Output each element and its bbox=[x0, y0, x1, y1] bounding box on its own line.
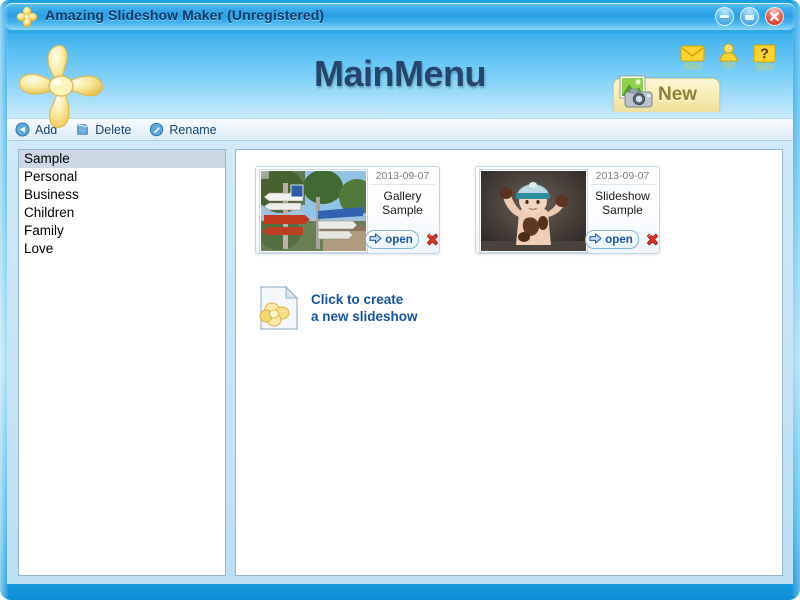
header-icon-group: ? bbox=[680, 42, 777, 72]
sidebar-item-personal[interactable]: Personal bbox=[19, 168, 225, 186]
sidebar-item-business[interactable]: Business bbox=[19, 186, 225, 204]
red-x-icon[interactable] bbox=[425, 232, 440, 247]
body-area: Sample Personal Business Children Family… bbox=[7, 141, 793, 584]
toolbar-rename-label: Rename bbox=[169, 123, 216, 137]
toolbar: Add Delete Rename bbox=[7, 118, 793, 141]
close-icon bbox=[766, 8, 783, 25]
user-icon[interactable] bbox=[716, 42, 741, 72]
maximize-icon bbox=[741, 8, 758, 25]
street-signposts-photo[interactable] bbox=[260, 170, 367, 252]
flower-logo-icon bbox=[16, 6, 38, 28]
mail-icon[interactable] bbox=[680, 42, 705, 72]
help-icon[interactable]: ? bbox=[752, 42, 777, 72]
card-actions: open bbox=[370, 230, 435, 249]
create-new-slideshow[interactable]: Click to create a new slideshow bbox=[258, 285, 418, 331]
create-new-label: Click to create a new slideshow bbox=[311, 291, 418, 325]
window-title: Amazing Slideshow Maker (Unregistered) bbox=[45, 7, 324, 23]
open-arrow-icon bbox=[369, 233, 382, 247]
card-title: Slideshow Sample bbox=[590, 189, 655, 217]
open-button[interactable]: open bbox=[365, 230, 418, 249]
card-title: Gallery Sample bbox=[370, 189, 435, 217]
title-bar[interactable]: Amazing Slideshow Maker (Unregistered) bbox=[5, 3, 795, 30]
new-button-label: New bbox=[658, 84, 697, 106]
card-actions: open bbox=[590, 230, 655, 249]
open-arrow-icon bbox=[589, 233, 602, 247]
new-slideshow-button[interactable]: New bbox=[613, 78, 720, 112]
maximize-button[interactable] bbox=[740, 7, 759, 26]
svg-text:?: ? bbox=[760, 45, 769, 61]
photo-camera-icon bbox=[616, 72, 660, 112]
slideshow-panel: 2013-09-07 Gallery Sample open bbox=[235, 149, 783, 576]
minimize-button[interactable] bbox=[715, 7, 734, 26]
category-list[interactable]: Sample Personal Business Children Family… bbox=[18, 149, 226, 576]
sidebar-item-sample[interactable]: Sample bbox=[19, 150, 225, 168]
toolbar-rename-button[interactable]: Rename bbox=[141, 119, 226, 140]
card-date: 2013-09-07 bbox=[590, 170, 655, 185]
new-document-flower-icon bbox=[258, 285, 300, 331]
sidebar-item-family[interactable]: Family bbox=[19, 222, 225, 240]
sidebar-item-children[interactable]: Children bbox=[19, 204, 225, 222]
four-petal-flower-logo bbox=[9, 38, 113, 134]
card-details: 2013-09-07 Slideshow Sample open bbox=[590, 167, 659, 253]
sidebar-item-love[interactable]: Love bbox=[19, 240, 225, 258]
application-window: Amazing Slideshow Maker (Unregistered) M… bbox=[0, 0, 800, 600]
red-x-icon[interactable] bbox=[645, 232, 660, 247]
open-button[interactable]: open bbox=[585, 230, 638, 249]
open-button-label: open bbox=[385, 234, 412, 246]
card-details: 2013-09-07 Gallery Sample open bbox=[370, 167, 439, 253]
slideshow-card[interactable]: 2013-09-07 Gallery Sample open bbox=[255, 166, 440, 254]
open-button-label: open bbox=[605, 234, 632, 246]
header-band: MainMenu ? bbox=[7, 33, 793, 118]
card-date: 2013-09-07 bbox=[370, 170, 435, 185]
baby-with-crown-photo[interactable] bbox=[480, 170, 587, 252]
minimize-icon bbox=[716, 8, 733, 25]
slideshow-card[interactable]: 2013-09-07 Slideshow Sample open bbox=[475, 166, 660, 254]
close-button[interactable] bbox=[765, 7, 784, 26]
rename-pencil-icon bbox=[149, 122, 164, 137]
